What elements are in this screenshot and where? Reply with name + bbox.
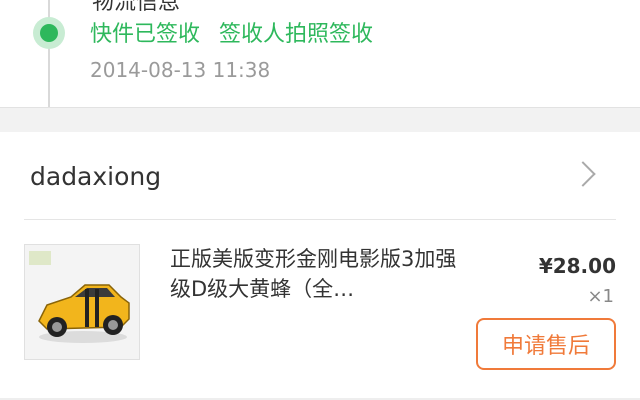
timeline-dot-inner [40, 24, 58, 42]
tracking-timestamp: 2014-08-13 11:38 [90, 58, 271, 82]
product-item[interactable]: 正版美版变形金刚电影版3加强级D级大黄蜂（全… ¥28.00 ×1 申请售后 [0, 220, 640, 400]
tracking-status: 快件已签收 签收人拍照签收 [90, 22, 373, 47]
product-thumbnail[interactable] [24, 244, 140, 360]
product-quantity: ×1 [587, 286, 614, 307]
apply-after-sale-button[interactable]: 申请售后 [476, 318, 616, 370]
product-price: ¥28.00 [538, 254, 616, 278]
shop-name: dadaxiong [30, 162, 162, 191]
timeline-status-dot-icon [33, 17, 65, 49]
section-separator [0, 107, 640, 133]
chevron-right-icon [570, 161, 596, 187]
tracking-section: 物流信息 快件已签收 签收人拍照签收 2014-08-13 11:38 [0, 0, 640, 107]
tracking-title: 物流信息 [92, 0, 181, 15]
shop-row[interactable]: dadaxiong [0, 132, 640, 220]
product-title[interactable]: 正版美版变形金刚电影版3加强级D级大黄蜂（全… [170, 244, 460, 304]
toy-car-image [25, 245, 139, 359]
